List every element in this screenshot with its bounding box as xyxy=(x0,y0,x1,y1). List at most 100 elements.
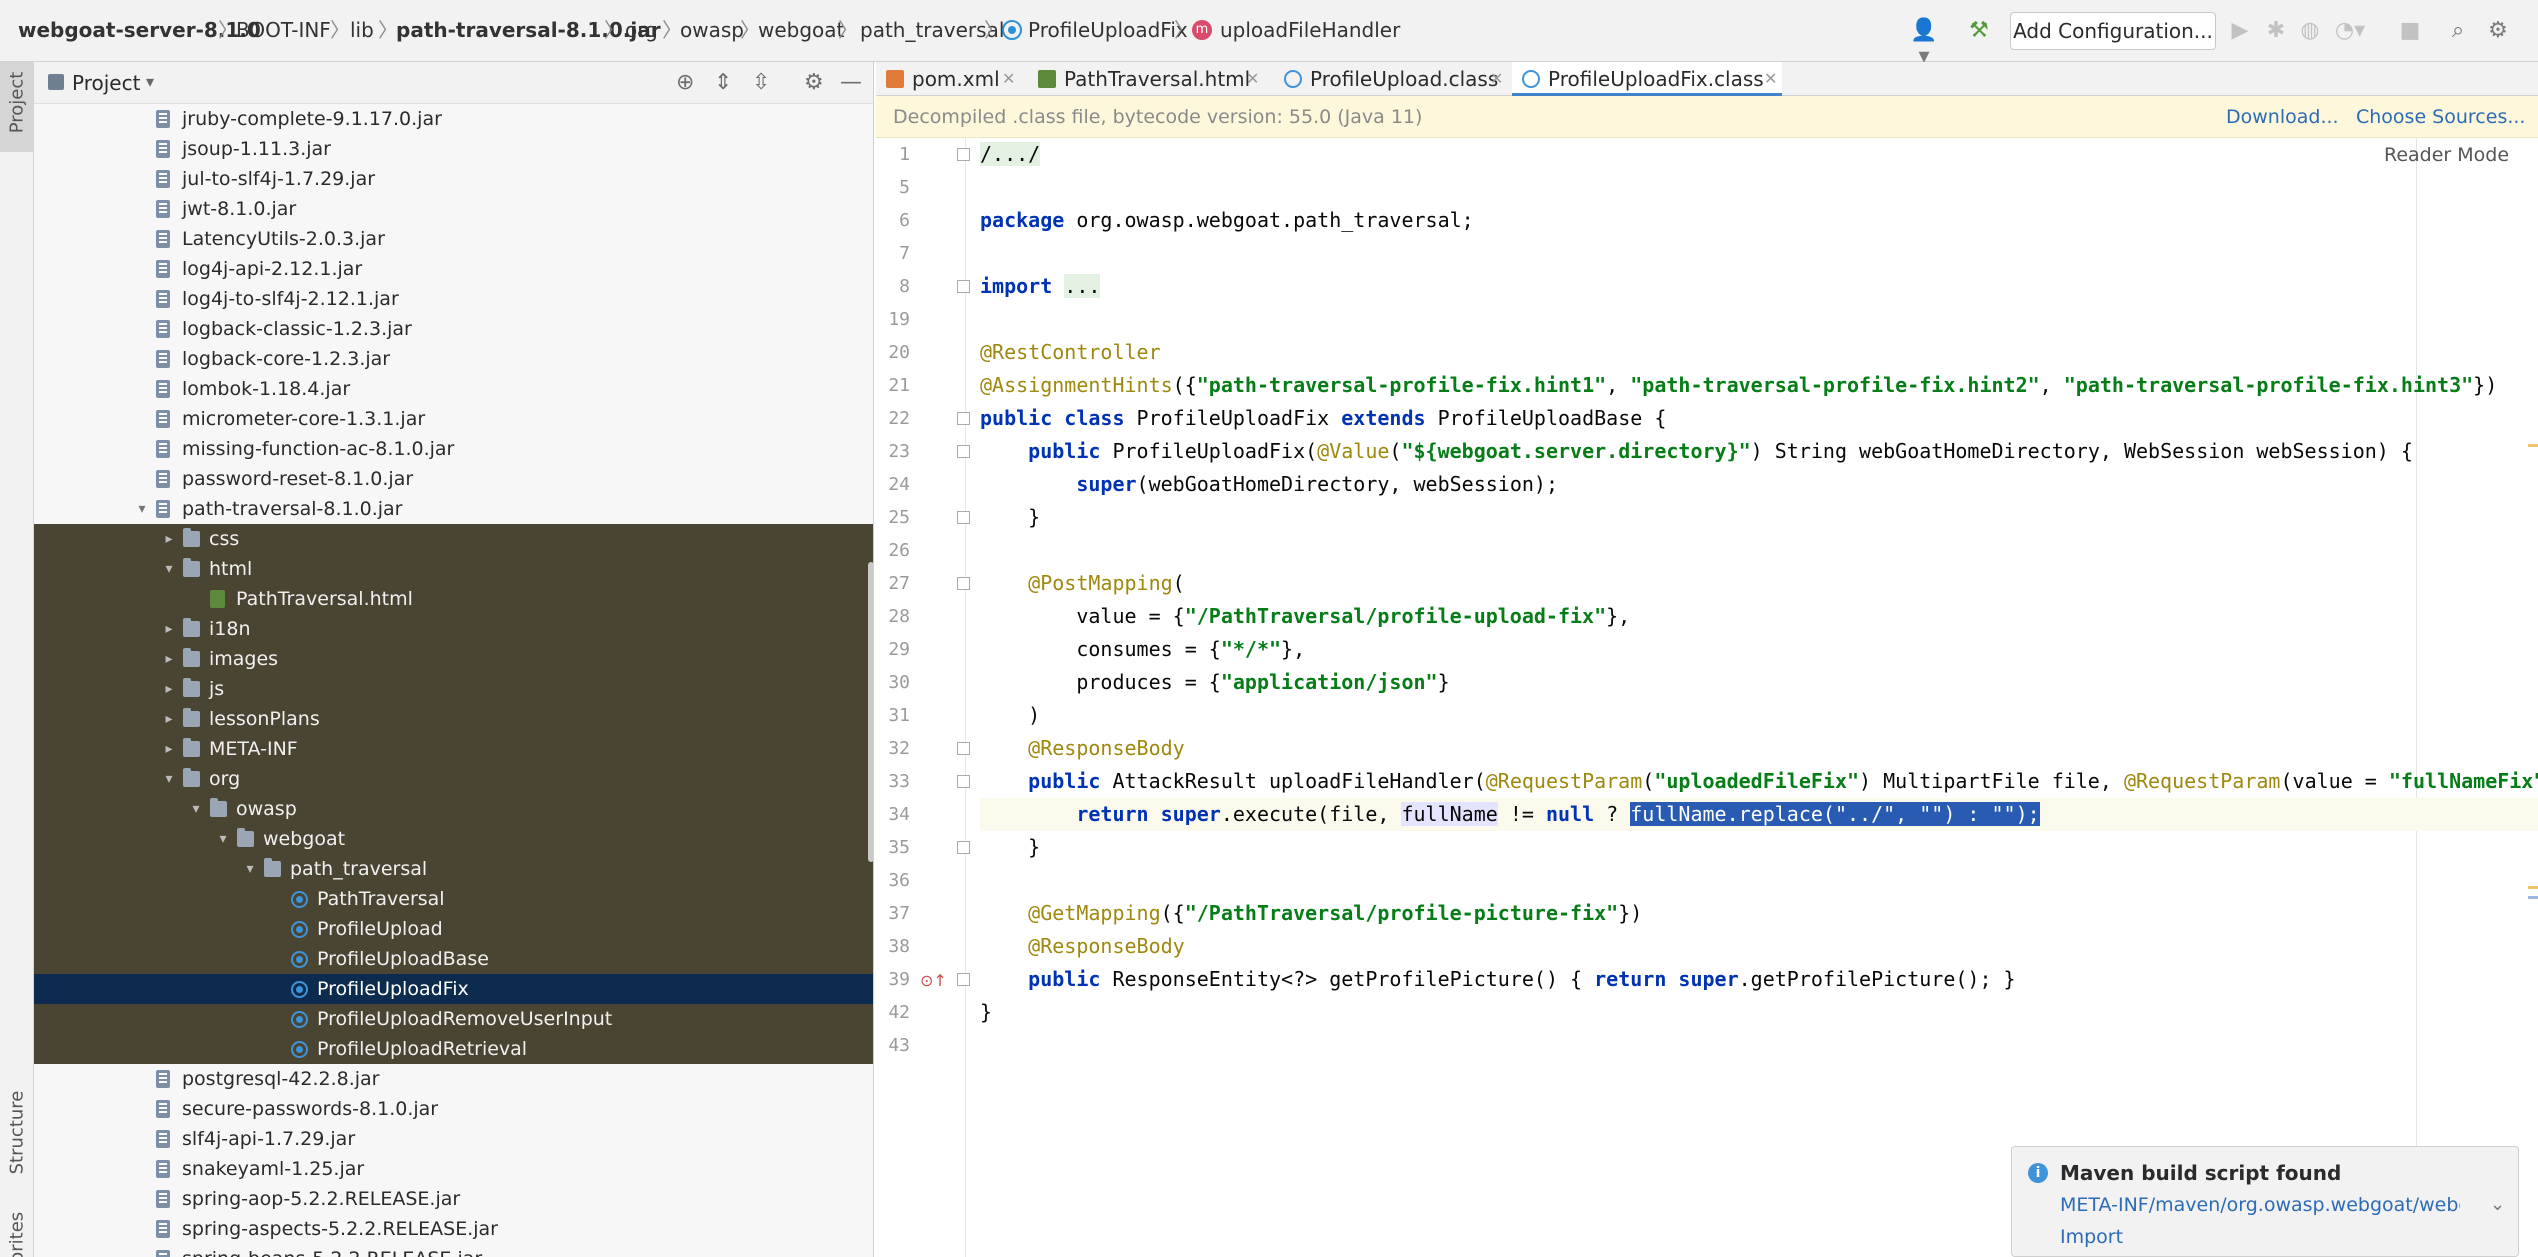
tree-item[interactable]: log4j-to-slf4j-2.12.1.jar xyxy=(34,284,873,314)
tree-item[interactable]: micrometer-core-1.3.1.jar xyxy=(34,404,873,434)
tree-item[interactable]: ▾ path-traversal-8.1.0.jar xyxy=(34,494,873,524)
tree-item[interactable]: secure-passwords-8.1.0.jar xyxy=(34,1094,873,1124)
tree-item[interactable]: logback-core-1.2.3.jar xyxy=(34,344,873,374)
stop-icon[interactable]: ■ xyxy=(2398,18,2422,44)
jar-icon xyxy=(156,1190,170,1208)
tree-item[interactable]: ▾ owasp xyxy=(34,794,873,824)
breadcrumb-boot-inf[interactable]: BOOT-INF xyxy=(236,16,331,44)
breadcrumb-org[interactable]: org xyxy=(625,16,658,44)
coverage-icon[interactable]: ◍ xyxy=(2298,18,2322,44)
project-tool-tab[interactable]: Project xyxy=(0,62,34,152)
close-icon[interactable]: ✕ xyxy=(1490,62,1503,96)
tree-item[interactable]: ▸ css xyxy=(34,524,873,554)
tab-profileuploadfix-class[interactable]: ProfileUploadFix.class ✕ xyxy=(1512,62,1782,96)
profile-icon[interactable]: ◔▾ xyxy=(2332,18,2368,44)
structure-tool-tab[interactable]: Structure xyxy=(0,1082,34,1182)
notification-path-link[interactable]: META-INF/maven/org.owasp.webgoat/webgoat xyxy=(2060,1191,2460,1219)
tree-item[interactable]: LatencyUtils-2.0.3.jar xyxy=(34,224,873,254)
tree-item[interactable]: ▸ js xyxy=(34,674,873,704)
breadcrumb-lib[interactable]: lib xyxy=(350,16,374,44)
tree-item[interactable]: ▸ images xyxy=(34,644,873,674)
tree-item[interactable]: jul-to-slf4j-1.7.29.jar xyxy=(34,164,873,194)
chevron-down-icon[interactable]: ▾ xyxy=(188,794,204,824)
tree-item[interactable]: PathTraversal.html xyxy=(34,584,873,614)
tree-item[interactable]: ▸ META-INF xyxy=(34,734,873,764)
tree-item[interactable]: spring-aop-5.2.2.RELEASE.jar xyxy=(34,1184,873,1214)
tree-item[interactable]: lombok-1.18.4.jar xyxy=(34,374,873,404)
tree-item[interactable]: slf4j-api-1.7.29.jar xyxy=(34,1124,873,1154)
favorites-tool-tab[interactable]: Favorites xyxy=(0,1202,34,1257)
tree-item[interactable]: password-reset-8.1.0.jar xyxy=(34,464,873,494)
breadcrumb-owasp[interactable]: owasp xyxy=(680,16,744,44)
tree-item[interactable]: spring-beans-5.2.2.RELEASE.jar xyxy=(34,1244,873,1257)
expand-all-icon[interactable]: ⇕ xyxy=(714,71,732,95)
import-link[interactable]: Import xyxy=(2060,1223,2123,1251)
locate-icon[interactable]: ⊕ xyxy=(676,71,694,95)
tree-item[interactable]: ProfileUploadBase xyxy=(34,944,873,974)
tree-item[interactable]: ▾ path_traversal xyxy=(34,854,873,884)
close-icon[interactable]: ✕ xyxy=(1002,62,1015,96)
choose-sources-link[interactable]: Choose Sources... xyxy=(2356,104,2525,130)
chevron-down-icon[interactable]: ▾ xyxy=(242,854,258,884)
tree-item[interactable]: log4j-api-2.12.1.jar xyxy=(34,254,873,284)
chevron-down-icon[interactable]: ⌄ xyxy=(2490,1191,2505,1219)
tree-item[interactable]: ProfileUploadFix xyxy=(34,974,873,1004)
tree-item[interactable]: jwt-8.1.0.jar xyxy=(34,194,873,224)
tree-item[interactable]: ▾ html xyxy=(34,554,873,584)
user-icon[interactable]: 👤▾ xyxy=(1906,18,1942,69)
breadcrumb-class[interactable]: ProfileUploadFix xyxy=(1028,16,1188,44)
chevron-down-icon[interactable]: ▾ xyxy=(161,764,177,794)
tree-item[interactable]: ProfileUpload xyxy=(34,914,873,944)
code-area[interactable]: /.../ package org.owasp.webgoat.path_trav… xyxy=(967,138,2538,1257)
tree-item[interactable]: snakeyaml-1.25.jar xyxy=(34,1154,873,1184)
breadcrumb-webgoat[interactable]: webgoat xyxy=(758,16,844,44)
project-panel-title[interactable]: Project xyxy=(72,70,140,96)
tree-item[interactable]: jruby-complete-9.1.17.0.jar xyxy=(34,104,873,134)
download-link[interactable]: Download... xyxy=(2226,104,2339,130)
add-configuration-button[interactable]: Add Configuration... xyxy=(2010,12,2216,50)
tree-item[interactable]: ▾ org xyxy=(34,764,873,794)
chevron-down-icon[interactable]: ▾ xyxy=(134,494,150,524)
tree-item[interactable]: postgresql-42.2.8.jar xyxy=(34,1064,873,1094)
close-icon[interactable]: ✕ xyxy=(1246,62,1259,96)
tab-pom-xml[interactable]: pom.xml ✕ xyxy=(876,62,1020,96)
chevron-right-icon[interactable]: ▸ xyxy=(161,614,177,644)
chevron-right-icon[interactable]: ▸ xyxy=(161,674,177,704)
settings-icon[interactable]: ⚙ xyxy=(2484,18,2512,44)
chevron-right-icon[interactable]: ▸ xyxy=(161,644,177,674)
chevron-down-icon[interactable]: ▾ xyxy=(161,554,177,584)
debug-icon[interactable]: ✱ xyxy=(2264,18,2288,44)
chevron-down-icon[interactable]: ▾ xyxy=(146,72,154,91)
chevron-right-icon[interactable]: ▸ xyxy=(161,524,177,554)
tree-item[interactable]: jsoup-1.11.3.jar xyxy=(34,134,873,164)
reader-mode-button[interactable]: Reader Mode xyxy=(2384,142,2509,168)
chevron-right-icon[interactable]: ▸ xyxy=(161,704,177,734)
breadcrumb-path-traversal[interactable]: path_traversal xyxy=(860,16,1004,44)
tree-item[interactable]: ▾ webgoat xyxy=(34,824,873,854)
chevron-down-icon[interactable]: ▾ xyxy=(215,824,231,854)
tree-item[interactable]: spring-aspects-5.2.2.RELEASE.jar xyxy=(34,1214,873,1244)
gear-icon[interactable]: ⚙ xyxy=(804,71,824,95)
hammer-icon[interactable]: ⚒ xyxy=(1966,18,1992,44)
breadcrumb-method[interactable]: uploadFileHandler xyxy=(1220,16,1400,44)
tree-item[interactable]: logback-classic-1.2.3.jar xyxy=(34,314,873,344)
editor-scrollbar[interactable] xyxy=(2526,138,2538,1257)
tree-item[interactable]: ProfileUploadRetrieval xyxy=(34,1034,873,1064)
run-icon[interactable]: ▶ xyxy=(2228,18,2252,44)
tree-scrollbar[interactable] xyxy=(868,562,873,862)
search-icon[interactable]: ⌕ xyxy=(2444,18,2472,44)
tab-pathtraversal-html[interactable]: PathTraversal.html ✕ xyxy=(1028,62,1266,96)
tree-item[interactable]: ProfileUploadRemoveUserInput xyxy=(34,1004,873,1034)
tree-item[interactable]: ▸ lessonPlans xyxy=(34,704,873,734)
tree-item[interactable]: missing-function-ac-8.1.0.jar xyxy=(34,434,873,464)
code-line: consumes = {"*/*"}, xyxy=(980,637,1306,661)
chevron-right-icon[interactable]: ▸ xyxy=(161,734,177,764)
class-icon xyxy=(1284,70,1302,88)
tab-profileupload-class[interactable]: ProfileUpload.class ✕ xyxy=(1274,62,1510,96)
tree-item[interactable]: ▸ i18n xyxy=(34,614,873,644)
hide-icon[interactable]: — xyxy=(840,71,862,95)
collapse-all-icon[interactable]: ⇳ xyxy=(752,71,770,95)
override-marker-icon[interactable]: ⊙↑ xyxy=(920,971,947,990)
close-icon[interactable]: ✕ xyxy=(1764,62,1777,96)
tree-item[interactable]: PathTraversal xyxy=(34,884,873,914)
